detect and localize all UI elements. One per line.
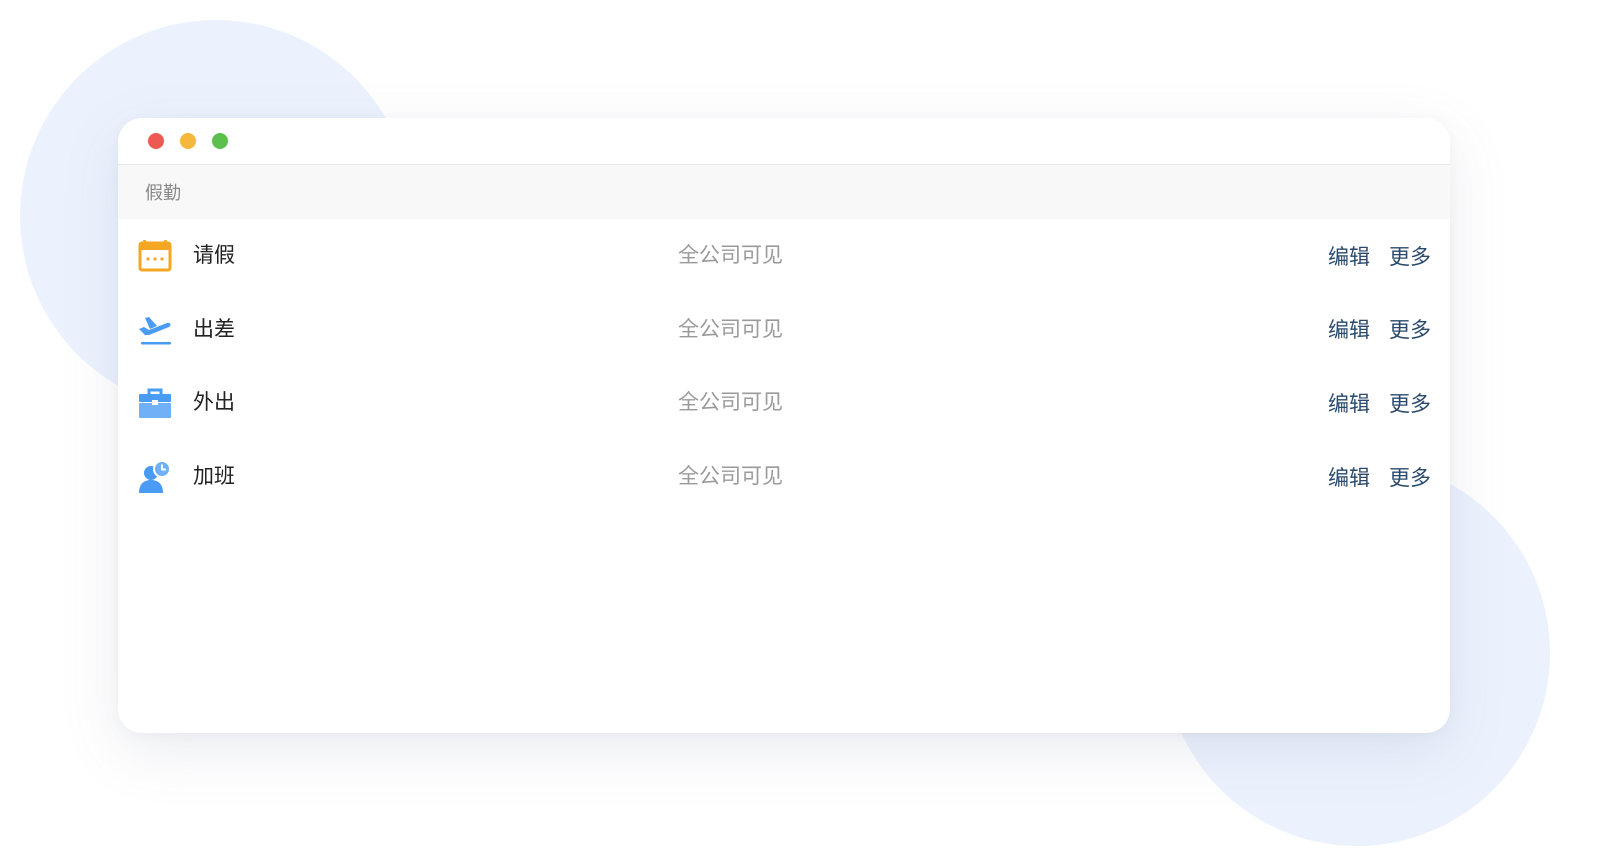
list-item-leave: 请假 全公司可见 编辑 更多 xyxy=(118,219,1450,293)
leave-type-list: 请假 全公司可见 编辑 更多 出差 全公司可见 编辑 更多 外出 全公司可见 编… xyxy=(118,219,1450,513)
list-item-business-trip: 出差 全公司可见 编辑 更多 xyxy=(118,293,1450,367)
minimize-window-button[interactable] xyxy=(180,133,196,149)
list-item-going-out: 外出 全公司可见 编辑 更多 xyxy=(118,366,1450,440)
visibility-label: 全公司可见 xyxy=(678,390,783,415)
user-clock-icon xyxy=(138,459,172,494)
leave-type-name: 出差 xyxy=(193,316,235,341)
more-button[interactable]: 更多 xyxy=(1389,241,1431,271)
close-window-button[interactable] xyxy=(148,133,164,149)
more-button[interactable]: 更多 xyxy=(1389,314,1431,344)
leave-type-name: 请假 xyxy=(193,243,235,267)
row-actions: 编辑 更多 xyxy=(1328,440,1431,514)
app-window: 假勤 请假 全公司可见 编辑 更多 出差 全公司可见 编辑 更多 外出 全公司可… xyxy=(118,118,1450,733)
list-item-overtime: 加班 全公司可见 编辑 更多 xyxy=(118,440,1450,514)
calendar-icon xyxy=(138,239,172,273)
maximize-window-button[interactable] xyxy=(212,133,228,149)
leave-type-name: 加班 xyxy=(193,463,235,488)
briefcase-icon xyxy=(138,386,172,420)
visibility-label: 全公司可见 xyxy=(678,316,783,341)
more-button[interactable]: 更多 xyxy=(1389,462,1431,492)
row-actions: 编辑 更多 xyxy=(1328,366,1431,440)
section-header: 假勤 xyxy=(118,165,1450,219)
edit-button[interactable]: 编辑 xyxy=(1328,462,1370,492)
more-button[interactable]: 更多 xyxy=(1389,388,1431,418)
airplane-icon xyxy=(138,313,172,347)
edit-button[interactable]: 编辑 xyxy=(1328,388,1370,418)
visibility-label: 全公司可见 xyxy=(678,463,783,488)
leave-type-name: 外出 xyxy=(193,390,235,415)
edit-button[interactable]: 编辑 xyxy=(1328,241,1370,271)
row-actions: 编辑 更多 xyxy=(1328,293,1431,367)
section-title: 假勤 xyxy=(145,183,181,204)
title-bar xyxy=(118,118,1450,165)
edit-button[interactable]: 编辑 xyxy=(1328,314,1370,344)
row-actions: 编辑 更多 xyxy=(1328,219,1431,293)
visibility-label: 全公司可见 xyxy=(678,243,783,267)
